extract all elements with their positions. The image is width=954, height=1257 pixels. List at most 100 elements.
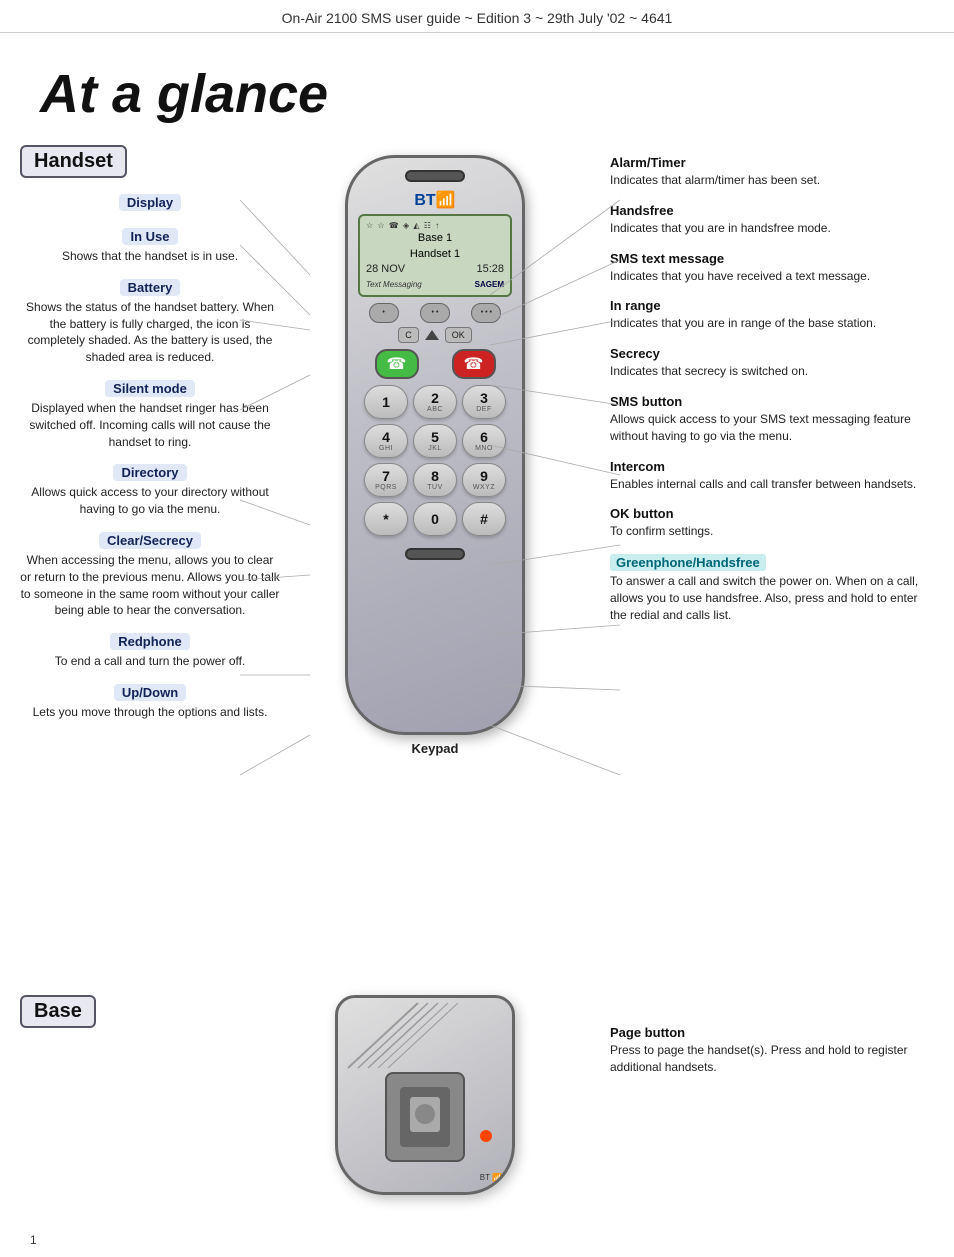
key-2[interactable]: 2ABC [413, 385, 457, 419]
key-hash[interactable]: # [462, 502, 506, 536]
clear-secrecy-label: Clear/Secrecy [99, 532, 201, 549]
label-alarm-timer: Alarm/Timer Indicates that alarm/timer h… [610, 155, 934, 189]
updown-desc: Lets you move through the options and li… [20, 704, 280, 721]
key-5[interactable]: 5JKL [413, 424, 457, 458]
key-star[interactable]: * [364, 502, 408, 536]
key-3[interactable]: 3DEF [462, 385, 506, 419]
base-brand-text: BT 📶 [480, 1173, 502, 1182]
antenna-svg [338, 998, 458, 1078]
label-redphone: Redphone To end a call and turn the powe… [20, 633, 280, 670]
redphone-desc: To end a call and turn the power off. [20, 653, 280, 670]
keypad-label: Keypad [325, 741, 545, 756]
sms-text-desc: Indicates that you have received a text … [610, 268, 934, 285]
base-unit-diagram: BT 📶 [335, 995, 535, 1215]
in-use-desc: Shows that the handset is in use. [20, 248, 280, 265]
screen-sagem: SAGEM [475, 279, 504, 290]
screen-datetime: 28 NOV 15:28 [366, 262, 504, 277]
label-greenphone: Greenphone/Handsfree To answer a call an… [610, 554, 934, 623]
key-6[interactable]: 6MNO [462, 424, 506, 458]
directory-desc: Allows quick access to your directory wi… [20, 484, 280, 518]
left-column: Handset Display In Use Shows that the ha… [20, 145, 280, 965]
ok-button-desc: To confirm settings. [610, 523, 934, 540]
label-silent-mode: Silent mode Displayed when the handset r… [20, 380, 280, 450]
silent-mode-label: Silent mode [105, 380, 195, 397]
greenphone-label: Greenphone/Handsfree [610, 554, 766, 571]
screen-line1: Base 1 [366, 231, 504, 246]
screen-date: 28 NOV [366, 262, 405, 277]
label-in-range: In range Indicates that you are in range… [610, 298, 934, 332]
silent-mode-desc: Displayed when the handset ringer has be… [20, 400, 280, 450]
battery-label: Battery [120, 279, 181, 296]
intercom-desc: Enables internal calls and call transfer… [610, 476, 934, 493]
sms-button-label: SMS button [610, 394, 934, 409]
greenphone-desc: To answer a call and switch the power on… [610, 573, 934, 623]
keypad: 1 2ABC 3DEF 4GHI 5JKL 6MNO 7PQRS 8TUV 9W… [364, 385, 506, 536]
key-0[interactable]: 0 [413, 502, 457, 536]
key-8[interactable]: 8TUV [413, 463, 457, 497]
nav-row: C OK [358, 327, 512, 343]
label-intercom: Intercom Enables internal calls and call… [610, 459, 934, 493]
phone-bottom-speaker [405, 548, 465, 560]
label-ok-button: OK button To confirm settings. [610, 506, 934, 540]
ok-btn[interactable]: OK [445, 327, 472, 343]
handsfree-label: Handsfree [610, 203, 934, 218]
label-sms-text: SMS text message Indicates that you have… [610, 251, 934, 285]
sms-text-label: SMS text message [610, 251, 934, 266]
page-button-desc: Press to page the handset(s). Press and … [610, 1042, 934, 1076]
red-button[interactable]: ☎ [452, 349, 496, 379]
call-buttons: ☎ ☎ [358, 349, 512, 379]
label-handsfree: Handsfree Indicates that you are in hand… [610, 203, 934, 237]
key-1[interactable]: 1 [364, 385, 408, 419]
base-badge: Base [20, 995, 96, 1028]
screen-brand-row: Text Messaging SAGEM [366, 279, 504, 290]
directory-label: Directory [113, 464, 186, 481]
label-secrecy: Secrecy Indicates that secrecy is switch… [610, 346, 934, 380]
label-sms-button: SMS button Allows quick access to your S… [610, 394, 934, 445]
base-unit: BT 📶 [335, 995, 515, 1195]
secrecy-label: Secrecy [610, 346, 934, 361]
page-number: 1 [30, 1233, 37, 1247]
base-right-col: Page button Press to page the handset(s)… [590, 995, 934, 1090]
softkey-right[interactable]: • • • [471, 303, 501, 323]
green-button[interactable]: ☎ [375, 349, 419, 379]
handsfree-desc: Indicates that you are in handsfree mode… [610, 220, 934, 237]
label-battery: Battery Shows the status of the handset … [20, 279, 280, 366]
screen-time: 15:28 [476, 262, 504, 277]
screen-line2: Handset 1 [366, 247, 504, 262]
handset-badge: Handset [20, 145, 127, 178]
softkeys-row: • • • • • • [358, 303, 512, 323]
phone-diagram: BT📶 ☆ ☆ ☎ ◈ ◭ ☷ ↑ Base 1 Handset 1 28 NO… [325, 155, 545, 756]
key-4[interactable]: 4GHI [364, 424, 408, 458]
c-button[interactable]: C [398, 327, 419, 343]
clear-secrecy-desc: When accessing the menu, allows you to c… [20, 552, 280, 619]
center-column: BT📶 ☆ ☆ ☎ ◈ ◭ ☷ ↑ Base 1 Handset 1 28 NO… [280, 145, 590, 965]
base-left-col: Base [20, 995, 280, 1044]
phone-screen: ☆ ☆ ☎ ◈ ◭ ☷ ↑ Base 1 Handset 1 28 NOV 15… [358, 214, 512, 297]
key-7[interactable]: 7PQRS [364, 463, 408, 497]
alarm-timer-label: Alarm/Timer [610, 155, 934, 170]
phone-brand: BT📶 [358, 190, 512, 210]
in-range-desc: Indicates that you are in range of the b… [610, 315, 934, 332]
label-clear-secrecy: Clear/Secrecy When accessing the menu, a… [20, 532, 280, 619]
redphone-label: Redphone [110, 633, 190, 650]
label-in-use: In Use Shows that the handset is in use. [20, 228, 280, 265]
alarm-timer-desc: Indicates that alarm/timer has been set. [610, 172, 934, 189]
screen-icons: ☆ ☆ ☎ ◈ ◭ ☷ ↑ [366, 220, 504, 231]
base-section: Base [0, 975, 954, 1235]
right-column: Alarm/Timer Indicates that alarm/timer h… [590, 145, 934, 965]
softkey-mid[interactable]: • • [420, 303, 450, 323]
label-page-button: Page button Press to page the handset(s)… [610, 1025, 934, 1076]
key-9[interactable]: 9WXYZ [462, 463, 506, 497]
updown-label: Up/Down [114, 684, 186, 701]
base-center-col: BT 📶 [280, 995, 590, 1215]
label-directory: Directory Allows quick access to your di… [20, 464, 280, 518]
up-button[interactable] [425, 330, 439, 340]
intercom-label: Intercom [610, 459, 934, 474]
header-title: On-Air 2100 SMS user guide ~ Edition 3 ~… [282, 10, 673, 26]
phone-earpiece [405, 170, 465, 182]
softkey-left[interactable]: • [369, 303, 399, 323]
in-range-label: In range [610, 298, 934, 313]
phone-body: BT📶 ☆ ☆ ☎ ◈ ◭ ☷ ↑ Base 1 Handset 1 28 NO… [345, 155, 525, 735]
screen-text-msg: Text Messaging [366, 279, 422, 290]
display-label: Display [119, 194, 181, 211]
